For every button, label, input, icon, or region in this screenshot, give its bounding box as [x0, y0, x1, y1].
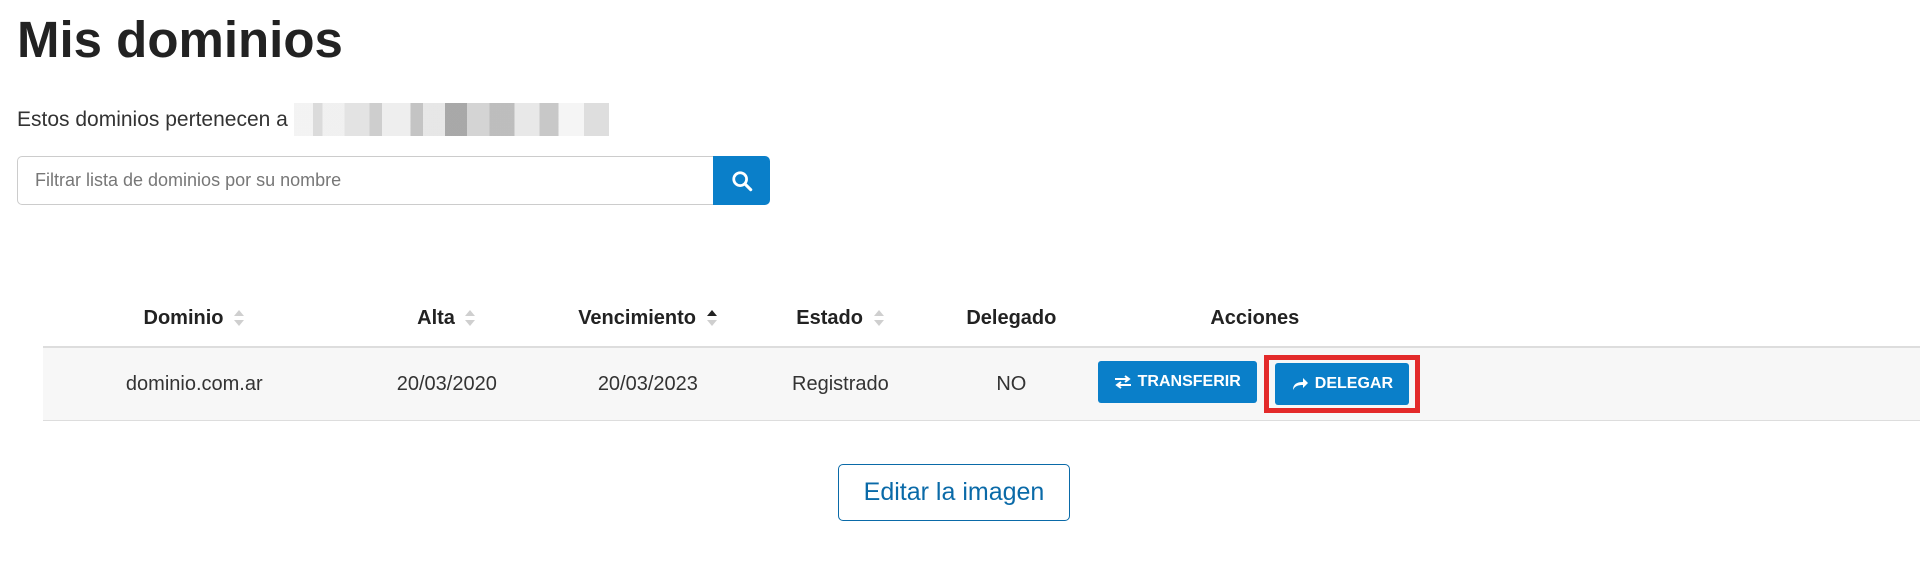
page-title: Mis dominios — [17, 11, 343, 68]
transfer-button[interactable]: TRANSFERIR — [1097, 361, 1257, 403]
domain-search — [17, 156, 770, 205]
cell-vencimiento: 20/03/2023 — [548, 347, 748, 421]
sort-both-icon — [234, 310, 245, 327]
column-vencimiento[interactable]: Vencimiento — [548, 290, 748, 348]
owner-line: Estos dominios pertenecen a — [17, 103, 609, 136]
share-arrow-icon — [1292, 378, 1308, 390]
delegate-highlight: DELEGAR — [1263, 355, 1420, 413]
domains-table: Dominio Alta Vencimiento Estado Delegado… — [43, 290, 1920, 421]
sort-both-icon — [873, 310, 884, 327]
search-input[interactable] — [17, 156, 713, 205]
cell-estado: Registrado — [747, 347, 934, 421]
redacted-owner-name — [293, 103, 609, 136]
sort-both-icon — [465, 310, 476, 327]
owner-prefix: Estos dominios pertenecen a — [17, 107, 288, 131]
cell-alta: 20/03/2020 — [345, 347, 549, 421]
column-estado[interactable]: Estado — [747, 290, 934, 348]
search-icon — [731, 170, 752, 191]
table-header-row: Dominio Alta Vencimiento Estado Delegado… — [43, 290, 1920, 348]
table-row: dominio.com.ar 20/03/2020 20/03/2023 Reg… — [43, 347, 1920, 421]
column-delegado: Delegado — [933, 290, 1090, 348]
delegate-button[interactable]: DELEGAR — [1274, 363, 1409, 405]
search-button[interactable] — [713, 156, 770, 205]
cell-acciones: TRANSFERIR DELEGAR — [1089, 347, 1920, 421]
edit-image-button[interactable]: Editar la imagen — [838, 464, 1070, 521]
cell-delegado: NO — [933, 347, 1090, 421]
row-actions: TRANSFERIR DELEGAR — [1097, 355, 1420, 413]
swap-arrows-icon — [1114, 375, 1131, 389]
column-alta[interactable]: Alta — [345, 290, 549, 348]
column-dominio[interactable]: Dominio — [43, 290, 346, 348]
sort-ascending-icon — [706, 310, 717, 327]
column-acciones: Acciones — [1089, 290, 1920, 348]
cell-dominio: dominio.com.ar — [43, 347, 346, 421]
